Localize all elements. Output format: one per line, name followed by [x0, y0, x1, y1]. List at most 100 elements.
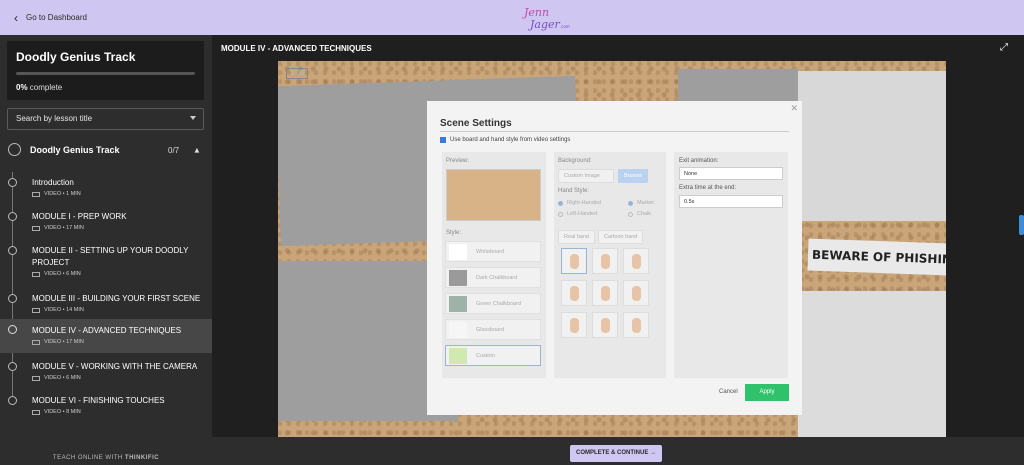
radio-left-handed[interactable]: Left-Handed — [558, 211, 597, 217]
cancel-button[interactable]: Cancel — [719, 389, 738, 395]
chapter-progress-ring-icon — [8, 143, 21, 156]
lesson-type: VIDEO — [44, 225, 62, 231]
radio-on-icon — [628, 200, 633, 206]
lesson-duration: 1 MIN — [66, 191, 81, 197]
paper-scrap — [798, 291, 946, 437]
lesson-item-module-1[interactable]: MODULE I - PREP WORK VIDEO • 17 MIN — [0, 207, 212, 237]
chevron-left-icon: ‹ — [14, 10, 18, 25]
video-icon — [32, 339, 40, 345]
style-option-whiteboard[interactable]: Whiteboard — [445, 241, 541, 262]
style-label: Style: — [446, 230, 462, 236]
lesson-duration: 17 MIN — [66, 339, 84, 345]
style-swatch — [449, 296, 467, 312]
hand-option[interactable] — [623, 248, 649, 274]
style-name: Green Chalkboard — [476, 301, 521, 307]
hand-option[interactable] — [623, 312, 649, 338]
lesson-item-module-5[interactable]: MODULE V - WORKING WITH THE CAMERA VIDEO… — [0, 357, 212, 387]
lesson-meta: VIDEO • 6 MIN — [32, 375, 81, 381]
lesson-title: MODULE III - BUILDING YOUR FIRST SCENE — [32, 294, 201, 303]
lesson-status-icon — [8, 362, 17, 371]
lesson-duration: 6 MIN — [66, 271, 81, 277]
scene-settings-modal: ✕ Scene Settings Use board and hand styl… — [427, 101, 802, 415]
lesson-item-module-3[interactable]: MODULE III - BUILDING YOUR FIRST SCENE V… — [0, 289, 212, 319]
tab-real-hand[interactable]: Real hand — [558, 230, 596, 244]
lesson-item-introduction[interactable]: Introduction VIDEO • 1 MIN — [0, 173, 212, 203]
lesson-item-module-4-active[interactable]: MODULE IV - ADVANCED TECHNIQUES VIDEO • … — [0, 319, 212, 353]
fullscreen-expand-icon[interactable]: ⤢ — [1000, 42, 1008, 53]
lesson-title: MODULE IV - ADVANCED TECHNIQUES — [32, 326, 182, 335]
video-icon — [32, 271, 40, 277]
lesson-title: MODULE VI - FINISHING TOUCHES — [32, 396, 165, 405]
radio-marker[interactable]: Marker — [628, 200, 654, 206]
course-sidebar: Doodly Genius Track 0% complete Search b… — [0, 35, 212, 465]
radio-right-handed[interactable]: Right-Handed — [558, 200, 601, 206]
exit-animation-select[interactable]: None — [679, 167, 783, 180]
preview-label: Preview: — [446, 158, 470, 164]
course-title: Doodly Genius Track — [16, 50, 136, 64]
lesson-item-module-6[interactable]: MODULE VI - FINISHING TOUCHES VIDEO • 8 … — [0, 391, 212, 421]
close-icon[interactable]: ✕ — [790, 103, 798, 114]
hand-option[interactable] — [561, 248, 587, 274]
browse-button[interactable]: Browse — [618, 169, 649, 183]
lesson-status-icon — [8, 325, 17, 334]
style-name: Whiteboard — [476, 249, 505, 255]
svg-text:Jager: Jager — [528, 18, 561, 31]
go-to-dashboard-link[interactable]: ‹ Go to Dashboard — [14, 12, 87, 24]
lesson-type: VIDEO — [44, 191, 62, 197]
background-select[interactable]: Custom Image — [558, 169, 614, 183]
checkbox-checked-icon — [440, 137, 446, 143]
hand-option[interactable] — [592, 312, 618, 338]
tab-cartoon-hand[interactable]: Cartoon hand — [598, 230, 644, 244]
radio-chalk[interactable]: Chalk — [628, 211, 651, 217]
lesson-status-icon — [8, 178, 17, 187]
lesson-item-module-2[interactable]: MODULE II - SETTING UP YOUR DOODLY PROJE… — [0, 241, 212, 281]
radio-off-icon — [558, 211, 563, 217]
hand-option[interactable] — [561, 312, 587, 338]
complete-continue-button[interactable]: COMPLETE & CONTINUE → — [570, 445, 662, 462]
go-to-dashboard-label: Go to Dashboard — [26, 13, 87, 22]
radio-label: Marker — [637, 200, 655, 206]
course-progress-card: Doodly Genius Track 0% complete — [7, 41, 204, 100]
lesson-meta: VIDEO • 14 MIN — [32, 307, 84, 313]
thinkific-branding[interactable]: TEACH ONLINE WITH THINKIFIC — [0, 455, 212, 461]
lesson-status-icon — [8, 396, 17, 405]
page-scrollbar-thumb[interactable] — [1019, 215, 1024, 235]
chapter-name: Doodly Genius Track — [30, 145, 120, 155]
lesson-title: MODULE V - WORKING WITH THE CAMERA — [32, 362, 198, 371]
extra-time-label: Extra time at the end: — [679, 185, 737, 191]
style-name: Glassboard — [476, 327, 505, 333]
svg-text:.com: .com — [560, 24, 570, 29]
bottom-bar: COMPLETE & CONTINUE → — [212, 437, 1024, 465]
preview-thumbnail — [446, 169, 541, 221]
chapter-count: 0/7 — [168, 146, 180, 155]
lesson-search-dropdown[interactable]: Search by lesson title — [7, 108, 204, 130]
progress-percent: 0% — [16, 83, 28, 92]
hand-option[interactable] — [592, 280, 618, 306]
chevron-up-icon[interactable]: ▼ — [193, 146, 201, 155]
style-option-custom[interactable]: Custom — [445, 345, 541, 366]
style-name: Dark Chalkboard — [476, 275, 518, 281]
lesson-title-heading: MODULE IV - ADVANCED TECHNIQUES — [221, 44, 372, 53]
lesson-title: Introduction — [32, 178, 74, 187]
hand-option[interactable] — [561, 280, 587, 306]
search-placeholder: Search by lesson title — [16, 114, 93, 123]
lesson-meta: VIDEO • 17 MIN — [32, 339, 84, 345]
background-value: Custom Image — [564, 173, 600, 179]
progress-text: 0% complete — [16, 83, 62, 92]
video-icon — [32, 225, 40, 231]
apply-button[interactable]: Apply — [745, 384, 789, 401]
style-option-dark-chalkboard[interactable]: Dark Chalkboard — [445, 267, 541, 288]
playback-speed[interactable]: 1.00 — [286, 68, 308, 79]
style-option-green-chalkboard[interactable]: Green Chalkboard — [445, 293, 541, 314]
lesson-type: VIDEO — [44, 307, 62, 313]
phishing-banner: BEWARE OF PHISHING SCAM — [807, 238, 946, 276]
lesson-meta: VIDEO • 6 MIN — [32, 271, 81, 277]
hand-option[interactable] — [623, 280, 649, 306]
lesson-status-icon — [8, 212, 17, 221]
lesson-duration: 6 MIN — [66, 375, 81, 381]
use-board-style-checkbox[interactable]: Use board and hand style from video sett… — [440, 137, 570, 143]
style-option-glassboard[interactable]: Glassboard — [445, 319, 541, 340]
chapter-header[interactable]: Doodly Genius Track 0/7 ▼ — [0, 138, 212, 162]
extra-time-input[interactable]: 0.5s — [679, 195, 783, 208]
hand-option[interactable] — [592, 248, 618, 274]
